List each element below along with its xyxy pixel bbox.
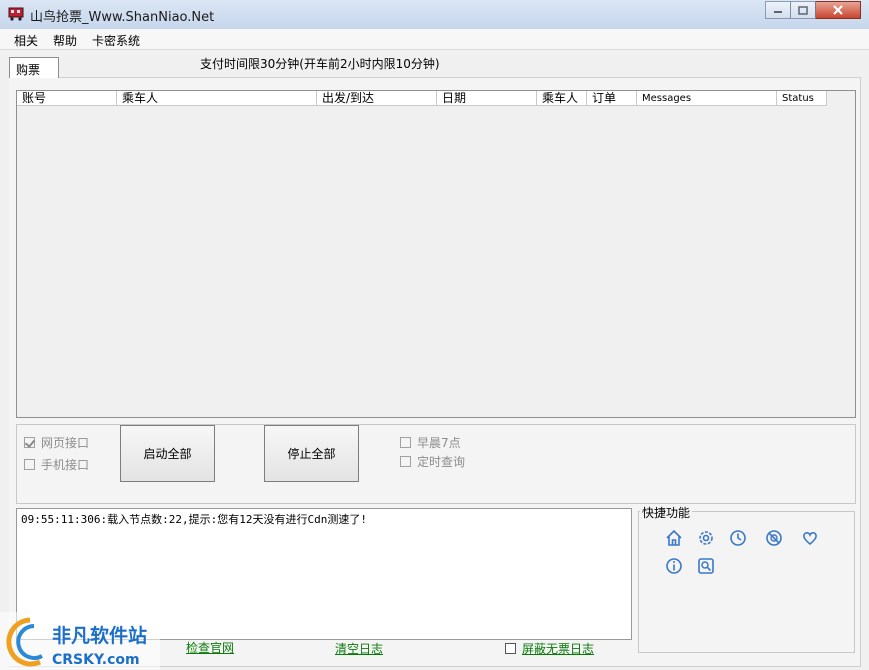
clear-log-link[interactable]: 清空日志 <box>335 640 383 657</box>
close-icon <box>833 5 843 15</box>
payment-notice: 支付时间限30分钟(开车前2小时内限10分钟) <box>200 57 440 71</box>
home-icon[interactable] <box>665 529 683 547</box>
mobile-api-checkbox[interactable]: 手机接口 <box>24 456 89 473</box>
watermark-en-text: CRSKY.com <box>52 652 140 668</box>
checkbox-unchecked <box>400 456 411 467</box>
window-controls <box>765 1 861 20</box>
stop-all-button[interactable]: 停止全部 <box>264 425 359 482</box>
morning-7-checkbox[interactable]: 早晨7点 <box>400 434 461 451</box>
crsky-watermark-logo: 非凡软件站 CRSKY.com <box>0 612 160 670</box>
ticket-table[interactable]: 账号 乘车人 出发/到达 日期 乘车人 订单 Messages Status <box>16 90 856 418</box>
menu-bar: 相关 帮助 卡密系统 <box>0 29 869 50</box>
maximize-button[interactable] <box>790 1 816 19</box>
checkbox-unchecked <box>24 459 35 470</box>
info-icon[interactable] <box>665 557 683 575</box>
morning-7-label: 早晨7点 <box>417 436 461 450</box>
menu-card-system[interactable]: 卡密系统 <box>92 32 140 49</box>
start-all-button[interactable]: 启动全部 <box>120 425 215 482</box>
maximize-icon <box>798 5 808 15</box>
col-order[interactable]: 订单 <box>587 91 637 106</box>
block-icon[interactable] <box>765 529 783 547</box>
checkbox-unchecked <box>505 643 516 654</box>
search-icon[interactable] <box>697 557 715 575</box>
web-api-checkbox[interactable]: 网页接口 <box>24 434 89 451</box>
quick-functions-title: 快捷功能 <box>640 504 693 521</box>
menu-help[interactable]: 帮助 <box>53 32 77 49</box>
clock-icon[interactable] <box>729 529 747 547</box>
col-date[interactable]: 日期 <box>437 91 537 106</box>
hide-no-ticket-checkbox[interactable]: 屏蔽无票日志 <box>505 640 594 657</box>
minimize-button[interactable] <box>765 1 791 19</box>
checkbox-unchecked <box>400 437 411 448</box>
col-passenger-2[interactable]: 乘车人 <box>537 91 587 106</box>
train-icon <box>8 7 24 21</box>
check-site-link[interactable]: 检查官网 <box>186 639 234 656</box>
col-account[interactable]: 账号 <box>17 91 117 106</box>
web-api-label: 网页接口 <box>41 436 90 450</box>
table-header: 账号 乘车人 出发/到达 日期 乘车人 订单 Messages Status <box>17 91 855 107</box>
heart-icon[interactable] <box>801 529 819 547</box>
checkbox-checked <box>24 437 35 448</box>
mobile-api-label: 手机接口 <box>41 458 90 472</box>
col-route[interactable]: 出发/到达 <box>317 91 437 106</box>
menu-related[interactable]: 相关 <box>14 32 38 49</box>
col-status[interactable]: Status <box>777 91 827 106</box>
timed-query-checkbox[interactable]: 定时查询 <box>400 453 465 470</box>
hide-no-ticket-label: 屏蔽无票日志 <box>522 642 595 656</box>
log-line: 09:55:11:306:载入节点数:22,提示:您有12天没有进行Cdn测速了… <box>21 513 367 526</box>
settings-icon[interactable] <box>697 529 715 547</box>
window-title: 山鸟抢票_Www.ShanNiao.Net <box>30 10 215 25</box>
watermark-cn-text: 非凡软件站 <box>52 624 147 647</box>
timed-query-label: 定时查询 <box>417 455 466 469</box>
minimize-icon <box>774 11 782 13</box>
tab-buy-ticket[interactable]: 购票 <box>9 57 59 78</box>
col-passenger[interactable]: 乘车人 <box>117 91 317 106</box>
close-button[interactable] <box>815 1 861 19</box>
title-bar[interactable]: 山鸟抢票_Www.ShanNiao.Net <box>0 0 869 30</box>
col-messages[interactable]: Messages <box>637 91 777 106</box>
